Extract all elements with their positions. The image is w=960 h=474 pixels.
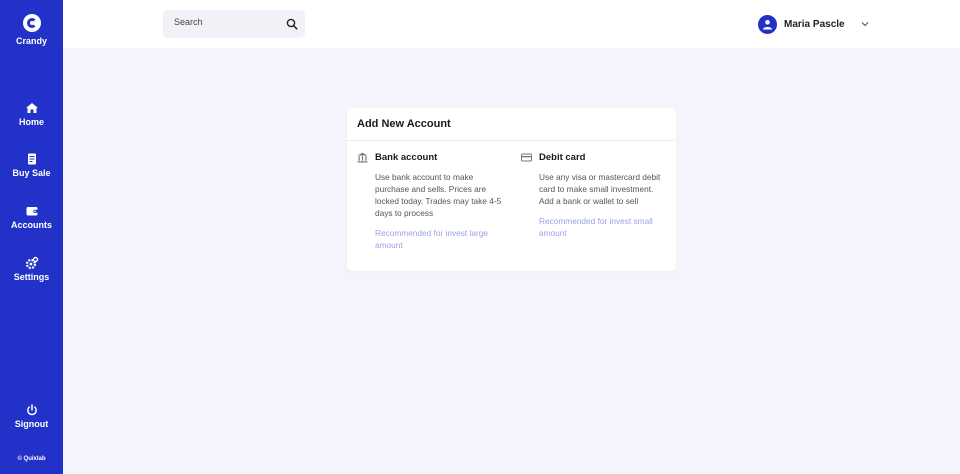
sidebar-item-label: Buy Sale: [12, 168, 51, 178]
search-box: [163, 10, 305, 38]
search-input[interactable]: [174, 17, 274, 27]
bank-icon: [357, 152, 368, 163]
sidebar-item-buy-sale[interactable]: Buy Sale: [0, 152, 63, 178]
sidebar-item-label: Accounts: [10, 220, 52, 230]
home-icon: [25, 103, 38, 113]
debit-card-option[interactable]: Debit card Use any visa or mastercard de…: [521, 152, 671, 239]
gear-icon: [25, 256, 38, 270]
wallet-icon: [26, 207, 37, 216]
copyright: © Quixlab: [17, 456, 46, 462]
top-bar: Maria Pascle: [63, 0, 960, 48]
option-title: Debit card: [539, 152, 586, 163]
option-recommendation: Recommended for invest large amount: [375, 228, 488, 250]
search-icon[interactable]: [286, 18, 298, 30]
option-recommendation: Recommended for invest small amount: [539, 216, 653, 238]
brand-logo-icon: [22, 14, 41, 32]
sidebar-item-settings[interactable]: Settings: [0, 256, 63, 282]
divider: [347, 140, 676, 141]
signout-button[interactable]: Signout: [0, 403, 63, 429]
chevron-down-icon[interactable]: [860, 19, 870, 29]
brand-name: Crandy: [15, 36, 47, 46]
power-icon: [26, 404, 37, 416]
option-title: Bank account: [375, 152, 438, 163]
user-icon: [763, 19, 772, 29]
option-description: Use bank account to make purchase and se…: [375, 172, 502, 218]
bank-account-option[interactable]: Bank account Use bank account to make pu…: [357, 152, 517, 251]
signout-label: Signout: [14, 419, 49, 429]
brand[interactable]: Crandy: [0, 14, 63, 46]
sidebar-item-label: Home: [18, 117, 44, 127]
sidebar-item-home[interactable]: Home: [0, 101, 63, 127]
option-description: Use any visa or mastercard debit card to…: [539, 172, 661, 206]
avatar: [758, 14, 777, 34]
user-menu[interactable]: Maria Pascle: [758, 14, 870, 34]
sidebar-item-label: Settings: [13, 272, 50, 282]
credit-card-icon: [521, 153, 532, 162]
sidebar: Crandy Home Buy Sale Accounts Settings S…: [0, 0, 63, 474]
add-account-card: Add New Account Bank account Use bank ac…: [347, 108, 676, 271]
sidebar-item-accounts[interactable]: Accounts: [0, 204, 63, 230]
card-title: Add New Account: [357, 118, 451, 130]
receipt-icon: [27, 153, 36, 165]
user-name: Maria Pascle: [784, 18, 845, 30]
